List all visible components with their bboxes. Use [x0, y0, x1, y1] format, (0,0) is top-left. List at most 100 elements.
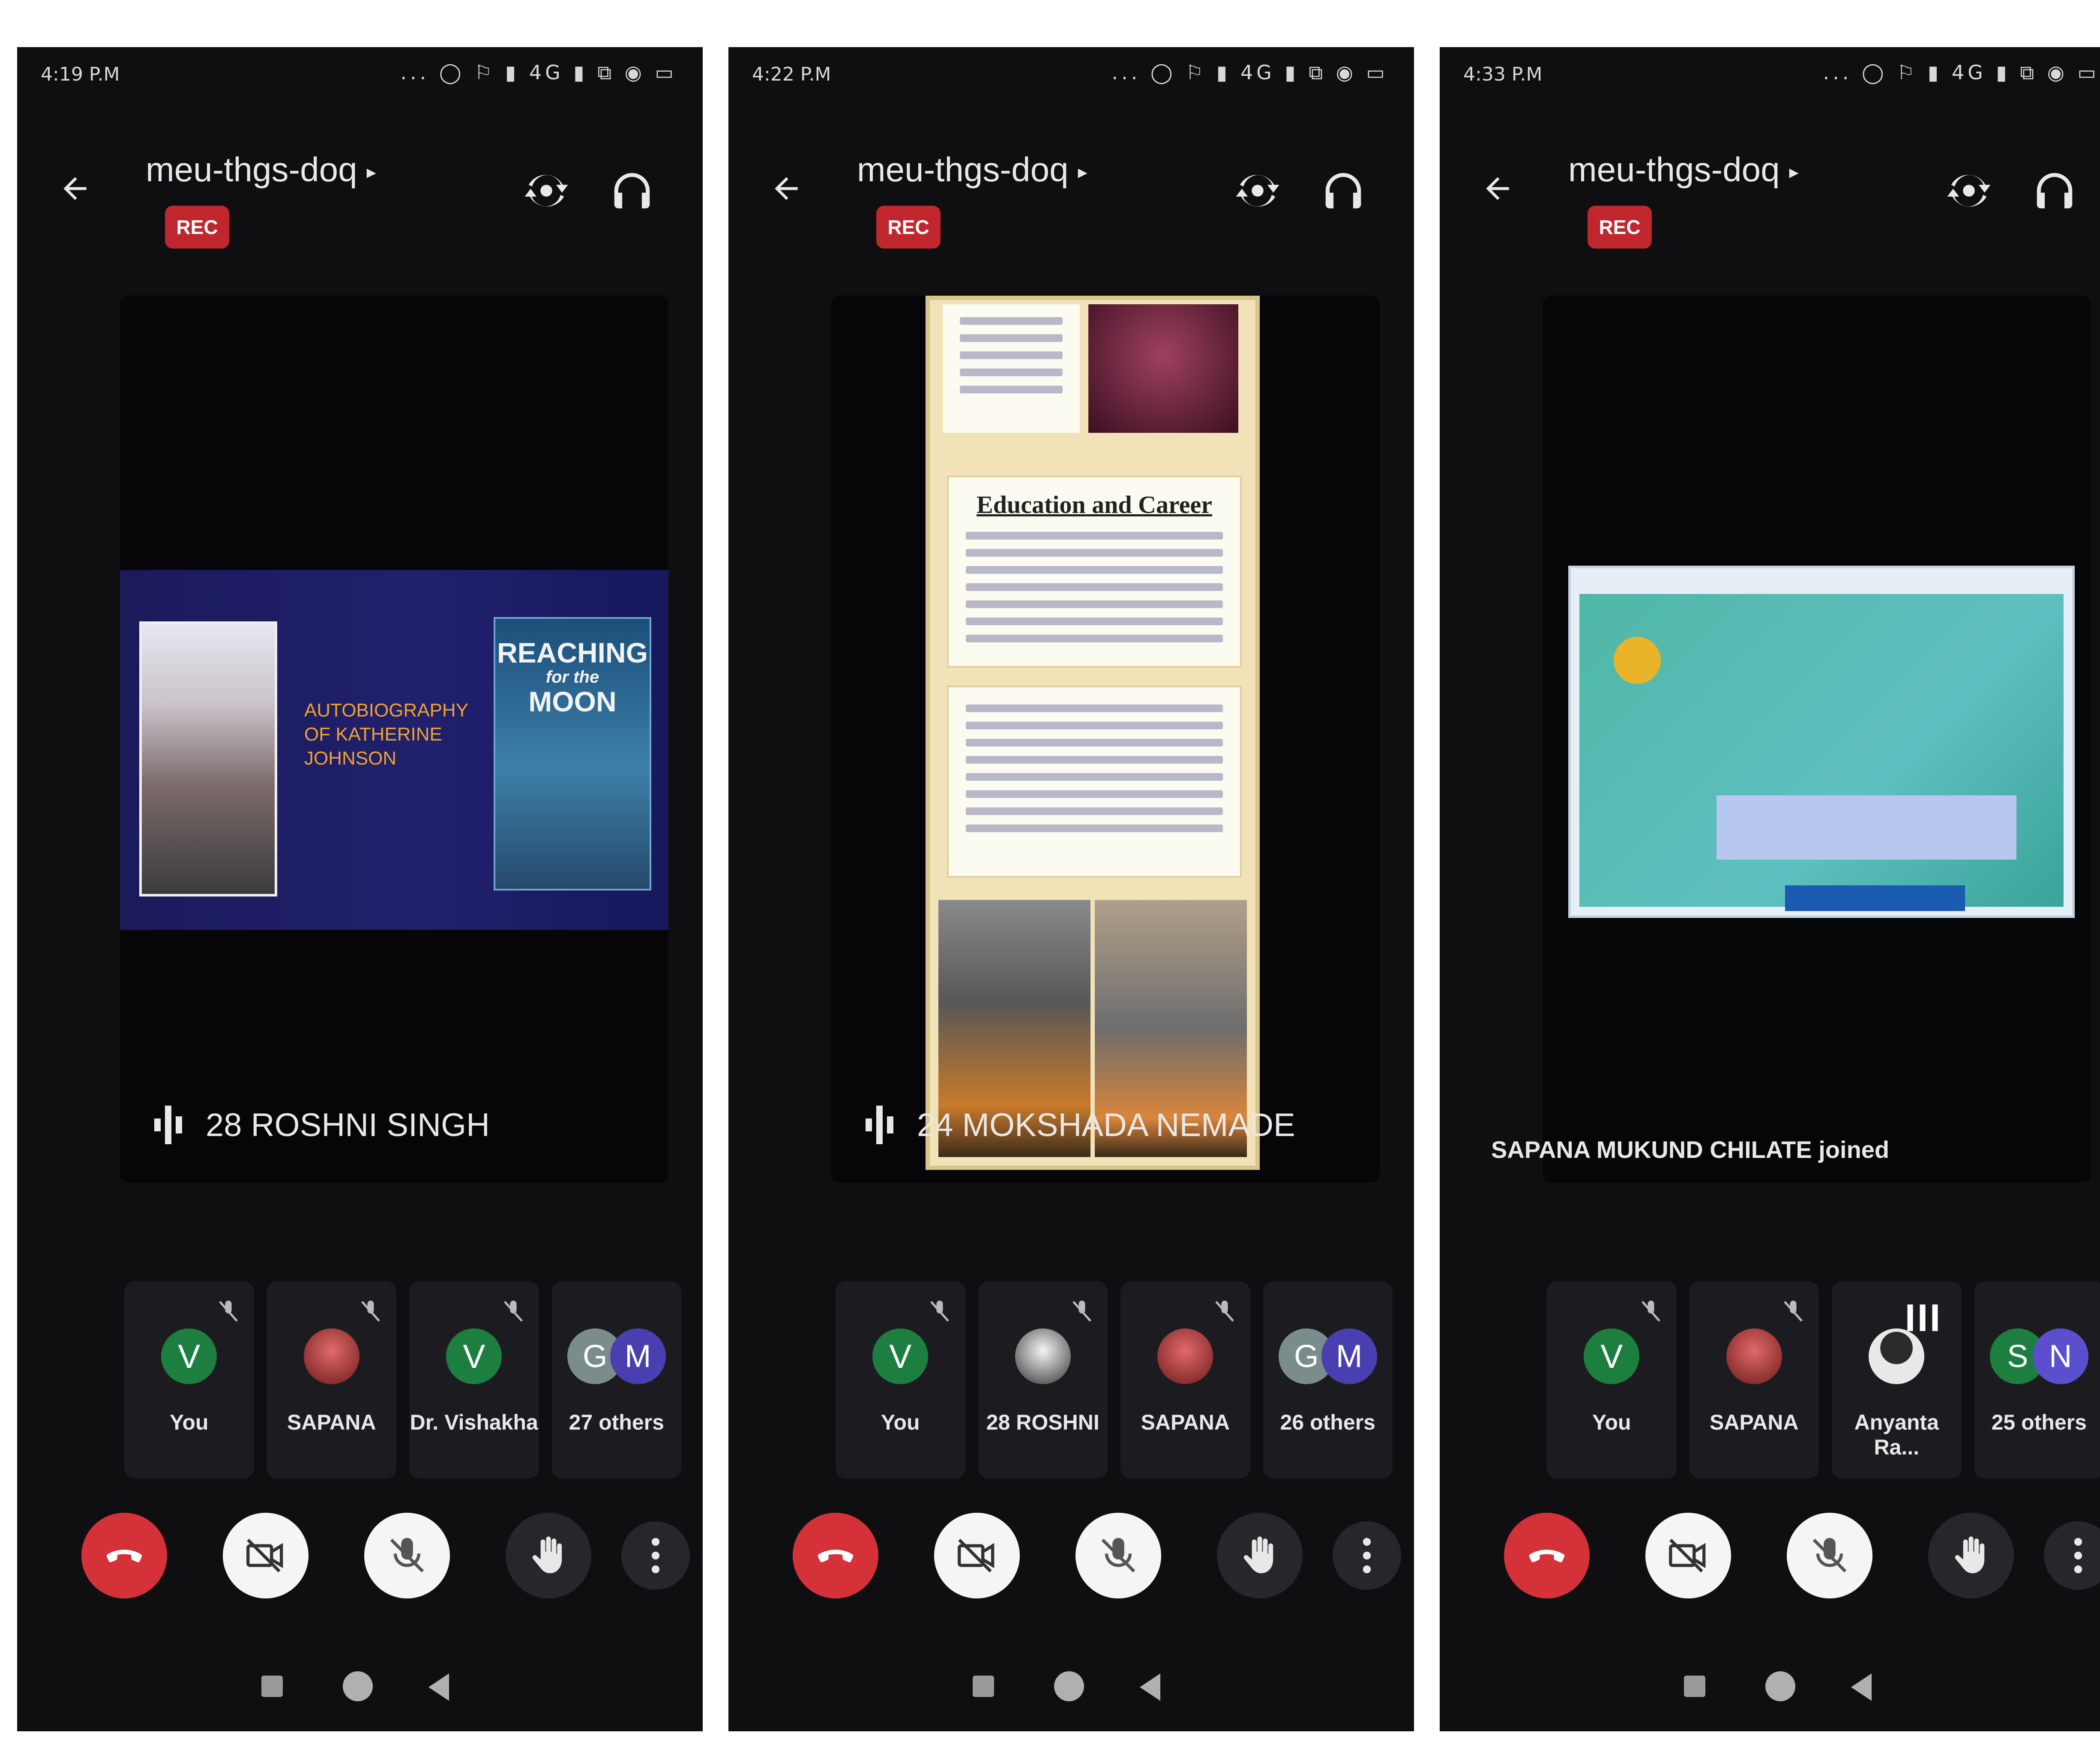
camera-toggle-button[interactable] — [934, 1513, 1020, 1598]
phone-hangup-icon — [1529, 1550, 1565, 1562]
raise-hand-button[interactable] — [1217, 1513, 1303, 1598]
avatar: V — [872, 1328, 929, 1384]
headphones-icon[interactable] — [1320, 167, 1367, 214]
mic-toggle-button[interactable] — [1787, 1513, 1872, 1598]
speaking-indicator: III — [1905, 1297, 1942, 1340]
others-tile[interactable]: G M 26 others — [1263, 1281, 1393, 1478]
phone-hangup-icon — [106, 1550, 142, 1562]
participant-tile[interactable]: 28 ROSHNI — [978, 1281, 1108, 1478]
raise-hand-button[interactable] — [506, 1513, 591, 1598]
audio-wave-icon — [154, 1106, 182, 1144]
more-vertical-icon — [2074, 1538, 2082, 1574]
back-arrow-icon[interactable] — [769, 171, 803, 206]
participant-tile[interactable]: V You — [1547, 1281, 1677, 1478]
home-icon[interactable] — [1054, 1671, 1084, 1701]
headphones-icon[interactable] — [608, 167, 656, 214]
camera-off-icon — [1669, 1538, 1706, 1573]
participant-tile[interactable]: V You — [836, 1281, 965, 1478]
camera-toggle-button[interactable] — [1645, 1513, 1731, 1598]
back-arrow-icon[interactable] — [1480, 171, 1515, 206]
shared-certificate — [1568, 566, 2075, 918]
participant-tile[interactable]: SAPANA — [1120, 1281, 1250, 1478]
participant-strip: V You 28 ROSHNI SAPANA G M 26 others — [836, 1281, 1393, 1478]
status-bar: 4:19 P.M ... ◯ ⚐ ▮ 4G ▮ ⧉ ◉ ▭ — [17, 47, 703, 99]
recording-badge: REC — [165, 206, 229, 249]
more-vertical-icon — [1363, 1538, 1371, 1574]
presentation-stage: AUTOBIOGRAPHY OF KATHERINE JOHNSON REACH… — [120, 296, 668, 1183]
mic-toggle-button[interactable] — [1075, 1513, 1161, 1598]
certificate-button — [1785, 885, 1965, 911]
certificate-band — [1717, 795, 2016, 860]
poster-text-block — [943, 304, 1080, 433]
back-icon[interactable] — [428, 1673, 449, 1701]
back-icon[interactable] — [1140, 1673, 1160, 1701]
status-bar: 4:33 P.M ... ◯ ⚐ ▮ 4G ▮ ⧉ ◉ ▭ — [1440, 47, 2100, 99]
avatar: V — [1584, 1328, 1640, 1384]
phone-screenshot-1: 4:19 P.M ... ◯ ⚐ ▮ 4G ▮ ⧉ ◉ ▭ meu-thgs-d… — [17, 47, 703, 1731]
status-time: 4:22 P.M — [752, 63, 831, 85]
mic-off-icon — [930, 1301, 949, 1322]
end-call-button[interactable] — [1504, 1513, 1590, 1598]
end-call-button[interactable] — [793, 1513, 878, 1598]
speaker-name: 28 ROSHNI SINGH — [206, 1106, 490, 1143]
end-call-button[interactable] — [81, 1513, 167, 1598]
active-speaker: 24 MOKSHADA NEMADE — [866, 1101, 1295, 1148]
more-options-button[interactable] — [2044, 1521, 2100, 1590]
status-time: 4:33 P.M — [1463, 63, 1543, 85]
participant-tile[interactable]: SAPANA — [267, 1281, 396, 1478]
avatar: V — [446, 1328, 502, 1384]
meeting-code[interactable]: meu-thgs-doq ▸ — [146, 150, 376, 189]
switch-camera-icon[interactable] — [1945, 167, 1992, 214]
participant-tile[interactable]: III Anyanta Ra... — [1832, 1281, 1962, 1478]
avatar: V — [161, 1328, 217, 1384]
phone-screenshot-3: 4:33 P.M ... ◯ ⚐ ▮ 4G ▮ ⧉ ◉ ▭ meu-thgs-d… — [1440, 47, 2100, 1731]
recents-icon[interactable] — [261, 1676, 283, 1697]
back-icon[interactable] — [1851, 1673, 1872, 1701]
participant-tile[interactable]: V You — [124, 1281, 254, 1478]
meeting-code[interactable]: meu-thgs-doq ▸ — [857, 150, 1087, 189]
recents-icon[interactable] — [973, 1676, 994, 1697]
participant-name: You — [881, 1410, 920, 1434]
recents-icon[interactable] — [1684, 1676, 1705, 1697]
avatar: M — [1321, 1328, 1377, 1384]
participant-name: Dr. Vishakha — [410, 1410, 538, 1434]
participant-name: SAPANA — [1141, 1410, 1230, 1434]
home-icon[interactable] — [343, 1671, 373, 1701]
others-tile[interactable]: S N 25 others — [1974, 1281, 2100, 1478]
camera-off-icon — [958, 1538, 995, 1573]
more-options-button[interactable] — [621, 1521, 690, 1590]
others-tile[interactable]: G M 27 others — [551, 1281, 681, 1478]
home-icon[interactable] — [1765, 1671, 1795, 1701]
mic-toggle-button[interactable] — [364, 1513, 450, 1598]
active-speaker: 28 ROSHNI SINGH — [154, 1101, 490, 1148]
avatar-group: S N — [1989, 1328, 2088, 1384]
participant-tile[interactable]: V Dr. Vishakha — [409, 1281, 539, 1478]
avatar-group: G M — [1278, 1328, 1377, 1384]
phone-screenshot-2: 4:22 P.M ... ◯ ⚐ ▮ 4G ▮ ⧉ ◉ ▭ meu-thgs-d… — [728, 47, 1414, 1731]
participant-strip: V You SAPANA V Dr. Vishakha G M 27 other… — [124, 1281, 681, 1478]
hand-icon — [1955, 1536, 1985, 1574]
joined-notification: SAPANA MUKUND CHILATE joined — [1491, 1136, 1890, 1163]
avatar — [1015, 1328, 1071, 1384]
participant-tile[interactable]: SAPANA — [1689, 1281, 1819, 1478]
avatar: M — [610, 1328, 666, 1384]
camera-toggle-button[interactable] — [223, 1513, 309, 1598]
shared-slide: AUTOBIOGRAPHY OF KATHERINE JOHNSON REACH… — [120, 570, 668, 930]
poster-section — [947, 686, 1242, 878]
switch-camera-icon[interactable] — [523, 167, 570, 214]
more-options-button[interactable] — [1333, 1521, 1401, 1590]
mic-off-icon — [361, 1301, 380, 1322]
shared-poster: Education and Career — [926, 296, 1260, 1170]
meeting-header: meu-thgs-doq ▸ REC — [17, 133, 703, 249]
mic-off-icon — [503, 1301, 523, 1322]
switch-camera-icon[interactable] — [1234, 167, 1281, 214]
status-icons: ... ◯ ⚐ ▮ 4G ▮ ⧉ ◉ ▭ — [400, 61, 677, 84]
raise-hand-button[interactable] — [1928, 1513, 2014, 1598]
headphones-icon[interactable] — [2031, 167, 2078, 214]
meeting-code[interactable]: meu-thgs-doq ▸ — [1568, 150, 1799, 189]
more-vertical-icon — [651, 1538, 660, 1574]
avatar-group: G M — [567, 1328, 666, 1384]
speaker-name: 24 MOKSHADA NEMADE — [917, 1106, 1295, 1143]
participant-name: Anyanta Ra... — [1854, 1410, 1939, 1459]
back-arrow-icon[interactable] — [58, 171, 92, 206]
